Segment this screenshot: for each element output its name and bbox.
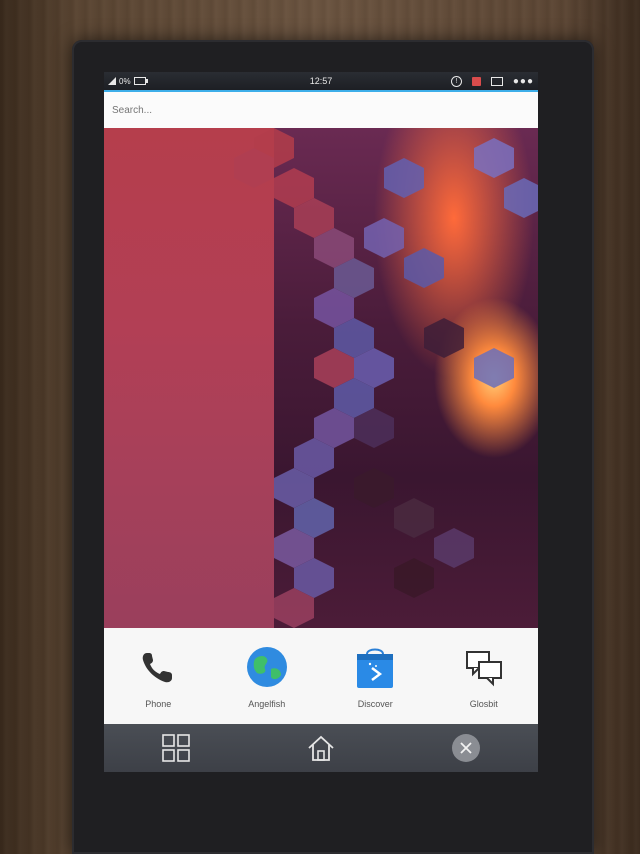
alert-icon[interactable] [471,76,481,86]
info-icon[interactable]: ! [450,75,462,87]
app-label: Discover [357,699,393,709]
globe-icon [243,643,291,691]
app-grid-icon [162,734,191,762]
app-glosbit[interactable]: Glosbit [439,643,529,709]
search-bar[interactable] [104,92,538,129]
close-button[interactable] [446,728,486,768]
app-discover[interactable]: Discover [330,643,420,709]
search-input[interactable] [110,98,524,122]
more-icon[interactable]: ●●● [513,76,534,87]
battery-icon [133,77,148,85]
chat-bubbles-icon [460,643,508,691]
app-phone[interactable]: Phone [113,643,203,709]
home-icon [308,735,334,761]
navigation-bar [104,724,538,772]
app-grid-button[interactable] [156,728,196,768]
status-bar: 0% 12:57 ! ●●● [104,72,538,90]
app-angelfish[interactable]: Angelfish [222,643,312,709]
app-label: Glosbit [469,699,498,709]
app-label: Angelfish [248,699,286,709]
phone-icon [134,643,182,691]
wallpaper [104,128,538,628]
hexagon-pattern [234,128,538,628]
signal-icon [108,77,116,85]
screen-icon[interactable] [490,76,503,86]
battery-percent: 0% [119,76,131,86]
phone-screen: 0% 12:57 ! ●●● Search... Phone Angelfish… [104,72,538,772]
home-button[interactable] [301,728,341,768]
close-icon [451,734,480,762]
clock: 12:57 [309,76,333,86]
favorites-dock: Phone Angelfish Discover Glosbit [104,628,538,724]
shopping-bag-icon [351,643,399,691]
app-label: Phone [145,699,172,709]
